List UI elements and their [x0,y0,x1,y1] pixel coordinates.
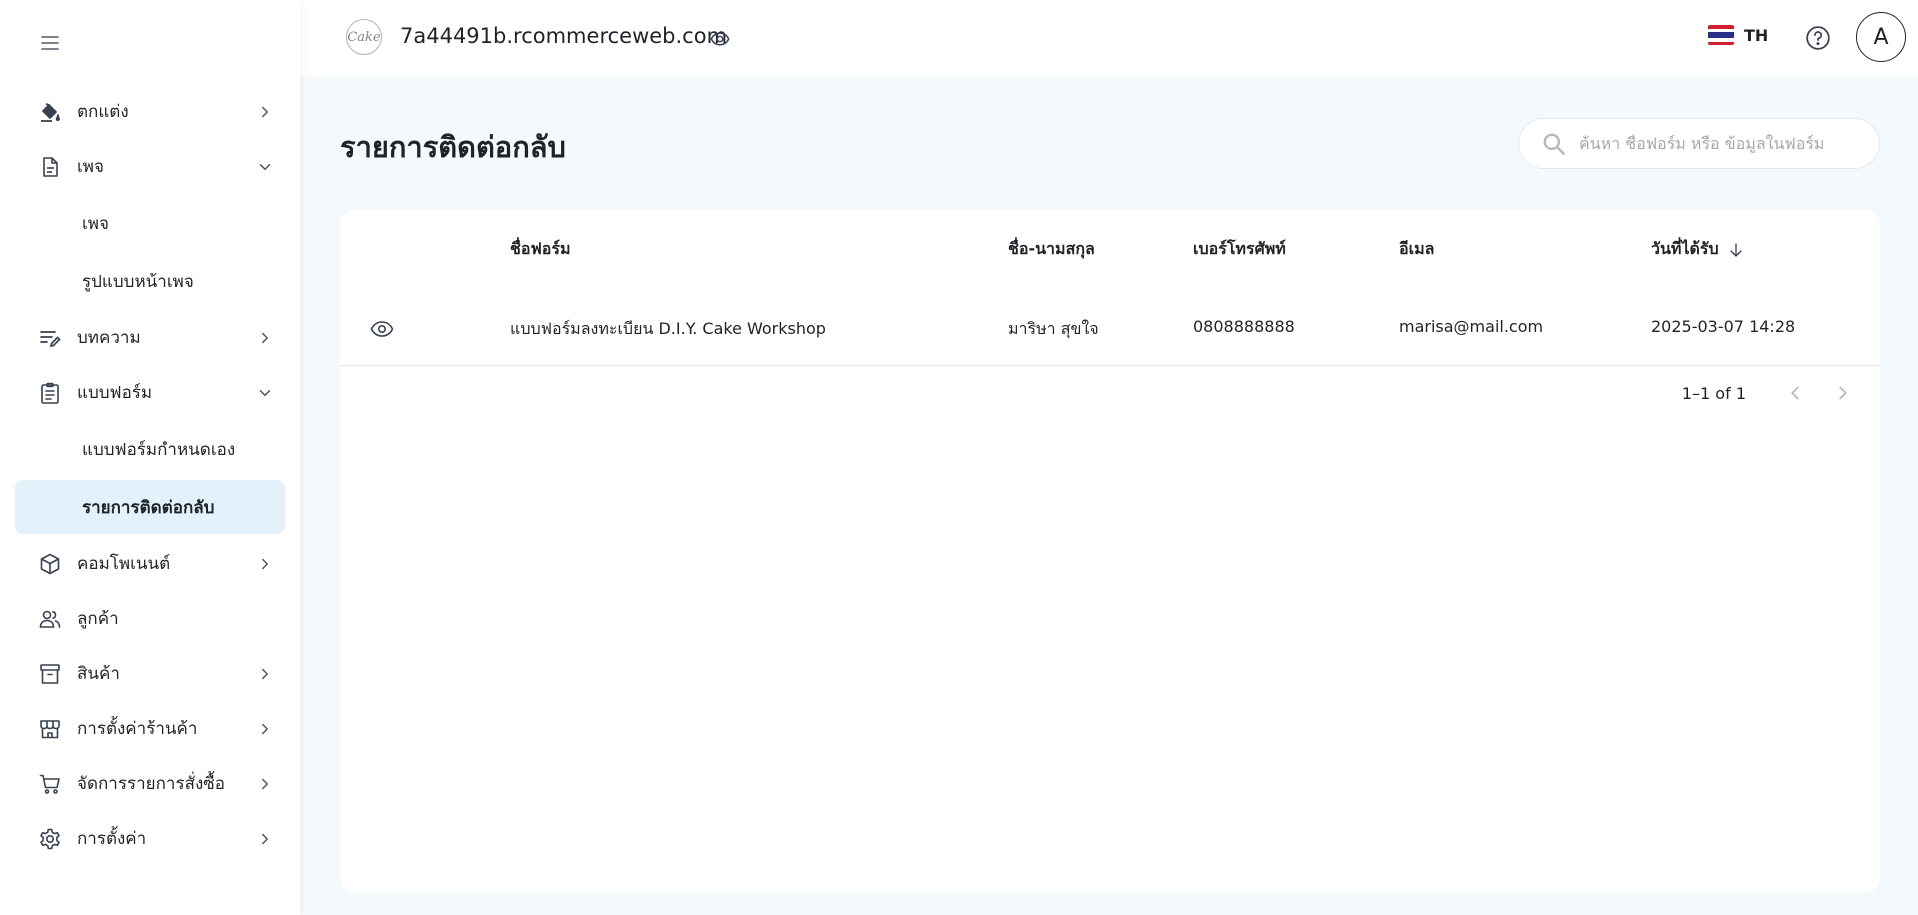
clipboard-icon [38,381,62,405]
page-title: รายการติดต่อกลับ [340,130,566,164]
chevron-down-icon [256,384,274,402]
column-header-full-name: ชื่อ-นามสกุล [1008,237,1095,262]
chevron-right-icon [256,830,274,848]
column-header-label: เบอร์โทรศัพท์ [1193,239,1286,258]
sort-arrow-down-icon[interactable] [1727,241,1745,259]
site-domain: 7a44491b.rcommerceweb.com [400,24,728,48]
avatar-initial: A [1873,24,1889,50]
sidebar-item-components[interactable]: คอมโพเนนต์ [0,536,300,591]
cart-icon [38,772,62,796]
contact-list-table: ชื่อฟอร์ม ชื่อ-นามสกุล เบอร์โทรศัพท์ อีเ… [340,210,1880,893]
sidebar-item-label: ตกแต่ง [77,102,129,122]
sidebar-item-label: ลูกค้า [77,609,119,629]
sidebar-subitem-custom-forms[interactable]: แบบฟอร์มกำหนดเอง [0,420,300,478]
view-entry-eye-icon[interactable] [370,317,394,341]
logo-text: Cake [347,29,381,45]
cell-phone: 0808888888 [1193,317,1295,336]
sidebar-item-settings[interactable]: การตั้งค่า [0,811,300,866]
sidebar-item-label: การตั้งค่าร้านค้า [77,719,198,739]
sidebar-item-forms[interactable]: แบบฟอร์ม [0,365,300,420]
paint-bucket-icon [38,100,62,124]
chevron-down-icon [256,158,274,176]
search-icon [1541,131,1567,157]
sidebar-item-label: สินค้า [77,664,120,684]
users-icon [38,607,62,631]
language-switcher[interactable]: TH [1708,25,1768,45]
article-edit-icon [38,326,62,350]
sidebar-nav: ตกแต่ง เพจ เพจ รูปแบบหน้าเพจ บทความ แบบฟ… [0,84,300,866]
column-header-label: ชื่อ-นามสกุล [1008,239,1095,258]
cell-form-name: แบบฟอร์มลงทะเบียน D.I.Y. Cake Workshop [510,319,826,338]
search-box [1518,118,1880,169]
chevron-right-icon [256,775,274,793]
language-code: TH [1744,25,1769,45]
sidebar-subitem-pages[interactable]: เพจ [0,194,300,252]
sidebar: ตกแต่ง เพจ เพจ รูปแบบหน้าเพจ บทความ แบบฟ… [0,0,300,915]
search-input[interactable] [1579,134,1869,153]
sidebar-item-label: การตั้งค่า [77,829,147,849]
sidebar-item-store-settings[interactable]: การตั้งค่าร้านค้า [0,701,300,756]
column-header-phone: เบอร์โทรศัพท์ [1193,237,1286,262]
thai-flag-icon [1708,25,1734,45]
chevron-right-icon [256,555,274,573]
cube-icon [38,552,62,576]
pagination: 1–1 of 1 [1682,378,1880,408]
cell-email: marisa@mail.com [1399,317,1544,336]
top-bar: Cake 7a44491b.rcommerceweb.com TH A [300,0,1918,77]
sidebar-item-label: บทความ [77,328,141,348]
cell-received-date: 2025-03-07 14:28 [1651,317,1796,336]
sidebar-subitem-page-templates[interactable]: รูปแบบหน้าเพจ [0,252,300,310]
sidebar-item-label: เพจ [77,157,104,177]
chevron-left-icon[interactable] [1784,382,1806,404]
avatar[interactable]: A [1856,12,1906,62]
chevron-right-icon [256,103,274,121]
view-site-eye-icon[interactable] [710,29,730,49]
flag-stripe [1708,41,1734,45]
site-logo: Cake [346,19,382,55]
sidebar-item-products[interactable]: สินค้า [0,646,300,701]
help-icon[interactable] [1805,25,1831,51]
table-header: ชื่อฟอร์ม ชื่อ-นามสกุล เบอร์โทรศัพท์ อีเ… [340,210,1880,290]
sidebar-item-customers[interactable]: ลูกค้า [0,591,300,646]
sidebar-item-orders[interactable]: จัดการรายการสั่งซื้อ [0,756,300,811]
sidebar-item-pages[interactable]: เพจ [0,139,300,194]
column-header-label: อีเมล [1399,239,1435,258]
hamburger-menu-icon[interactable] [38,31,62,55]
chevron-right-icon[interactable] [1832,382,1854,404]
archive-box-icon [38,662,62,686]
chevron-right-icon [256,720,274,738]
column-header-label: วันที่ได้รับ [1651,239,1719,258]
document-icon [38,155,62,179]
gear-icon [38,827,62,851]
column-header-received-date[interactable]: วันที่ได้รับ [1651,237,1745,262]
sidebar-item-label: แบบฟอร์ม [77,383,153,403]
sidebar-item-label: คอมโพเนนต์ [77,554,171,574]
sidebar-item-decorate[interactable]: ตกแต่ง [0,84,300,139]
pagination-info: 1–1 of 1 [1681,383,1746,403]
sidebar-item-label: จัดการรายการสั่งซื้อ [77,774,226,794]
column-header-form-name: ชื่อฟอร์ม [510,237,571,262]
chevron-right-icon [256,665,274,683]
cell-full-name: มาริษา สุขใจ [1008,319,1099,338]
sidebar-subitem-contact-list[interactable]: รายการติดต่อกลับ [15,480,285,534]
table-row[interactable]: แบบฟอร์มลงทะเบียน D.I.Y. Cake Workshop ม… [340,290,1880,366]
storefront-icon [38,717,62,741]
sidebar-item-articles[interactable]: บทความ [0,310,300,365]
column-header-label: ชื่อฟอร์ม [510,239,571,258]
chevron-right-icon [256,329,274,347]
column-header-email: อีเมล [1399,237,1434,262]
